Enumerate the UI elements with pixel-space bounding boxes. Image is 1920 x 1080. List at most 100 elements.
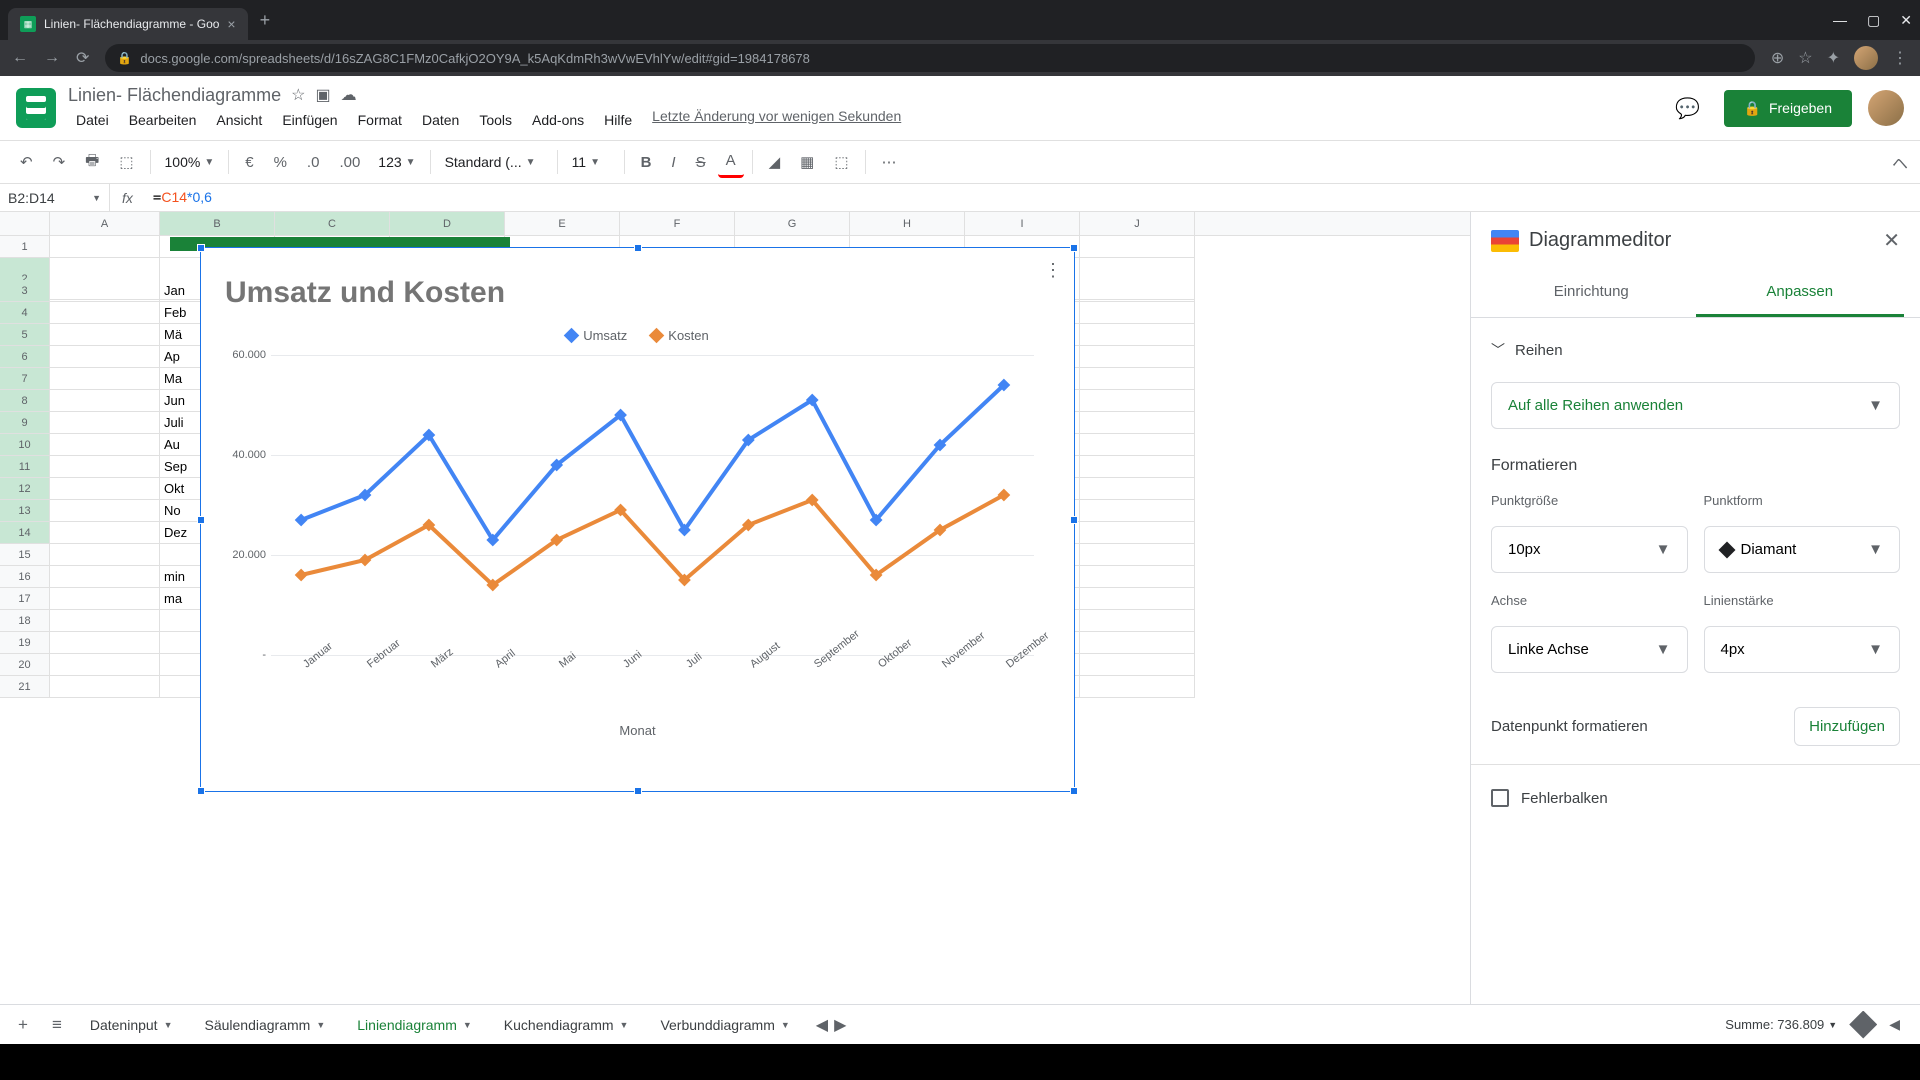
sheets-logo-icon[interactable] — [16, 88, 56, 128]
cell[interactable] — [50, 610, 160, 632]
cell[interactable] — [50, 368, 160, 390]
cell[interactable] — [50, 236, 160, 258]
menu-file[interactable]: Datei — [68, 108, 117, 132]
apply-all-select[interactable]: Auf alle Reihen anwenden▼ — [1491, 382, 1900, 429]
font-select[interactable]: Standard (...▼ — [439, 150, 549, 174]
resize-handle[interactable] — [197, 787, 205, 795]
cell[interactable] — [50, 500, 160, 522]
reload-icon[interactable]: ⟳ — [76, 48, 89, 68]
strike-button[interactable]: S — [688, 148, 714, 177]
print-button[interactable]: 🖶 — [77, 144, 107, 181]
axis-select[interactable]: Linke Achse▼ — [1491, 626, 1688, 673]
cell[interactable] — [1080, 390, 1195, 412]
add-datapoint-button[interactable]: Hinzufügen — [1794, 707, 1900, 746]
last-edit-link[interactable]: Letzte Änderung vor wenigen Sekunden — [652, 108, 901, 132]
close-sidebar-icon[interactable]: ✕ — [1883, 228, 1900, 253]
sheet-tab-active[interactable]: Liniendiagramm▼ — [343, 1009, 486, 1041]
row-header[interactable]: 4 — [0, 302, 50, 324]
close-tab-icon[interactable]: × — [227, 16, 235, 32]
cell[interactable] — [50, 346, 160, 368]
cell[interactable] — [1080, 280, 1195, 302]
new-tab-button[interactable]: + — [260, 10, 271, 31]
resize-handle[interactable] — [1070, 244, 1078, 252]
bookmark-icon[interactable]: ☆ — [1798, 48, 1812, 68]
line-width-select[interactable]: 4px▼ — [1704, 626, 1901, 673]
dec-increase-button[interactable]: .00 — [331, 148, 368, 177]
aggregate-select[interactable]: Summe: 736.809▼ — [1725, 1017, 1837, 1032]
currency-button[interactable]: € — [237, 148, 261, 177]
cloud-status-icon[interactable]: ☁ — [341, 85, 357, 105]
row-header[interactable]: 21 — [0, 676, 50, 698]
row-header[interactable]: 9 — [0, 412, 50, 434]
tab-nav-left-icon[interactable]: ◀ — [816, 1015, 828, 1035]
embedded-chart[interactable]: ⋮ Umsatz und Kosten Umsatz Kosten 60.000… — [200, 247, 1075, 792]
cell[interactable] — [50, 654, 160, 676]
col-header[interactable]: H — [850, 212, 965, 235]
url-input[interactable]: 🔒 docs.google.com/spreadsheets/d/16sZAG8… — [105, 44, 1754, 72]
fill-color-button[interactable]: ◢ — [761, 147, 789, 177]
row-header[interactable]: 11 — [0, 456, 50, 478]
formula-input[interactable]: =C14*0,6 — [145, 189, 1920, 206]
redo-button[interactable]: ↷ — [45, 147, 74, 177]
row-header[interactable]: 8 — [0, 390, 50, 412]
sheet-tab[interactable]: Dateninput▼ — [76, 1009, 187, 1041]
dec-decrease-button[interactable]: .0 — [299, 148, 328, 177]
cell[interactable] — [1080, 588, 1195, 610]
row-header[interactable]: 13 — [0, 500, 50, 522]
sheet-tab[interactable]: Säulendiagramm▼ — [191, 1009, 340, 1041]
collapse-toolbar-icon[interactable]: ヘ — [1892, 150, 1908, 174]
row-header[interactable]: 5 — [0, 324, 50, 346]
chart-title[interactable]: Umsatz und Kosten — [201, 248, 1074, 322]
point-shape-select[interactable]: Diamant▼ — [1704, 526, 1901, 573]
error-bars-checkbox[interactable] — [1491, 789, 1509, 807]
account-avatar[interactable] — [1868, 90, 1904, 126]
menu-format[interactable]: Format — [350, 108, 410, 132]
side-panel-toggle-icon[interactable]: ◀ — [1889, 1016, 1900, 1033]
menu-addons[interactable]: Add-ons — [524, 108, 592, 132]
more-button[interactable]: ⋯ — [874, 147, 905, 177]
cell[interactable] — [1080, 676, 1195, 698]
all-sheets-button[interactable]: ≡ — [42, 1009, 72, 1041]
cell[interactable] — [1080, 368, 1195, 390]
col-header[interactable]: A — [50, 212, 160, 235]
point-size-select[interactable]: 10px▼ — [1491, 526, 1688, 573]
cell[interactable] — [1080, 302, 1195, 324]
select-all-corner[interactable] — [0, 212, 50, 235]
cell[interactable] — [50, 324, 160, 346]
menu-tools[interactable]: Tools — [471, 108, 520, 132]
cell[interactable] — [1080, 478, 1195, 500]
cell[interactable] — [50, 280, 160, 302]
row-header[interactable]: 16 — [0, 566, 50, 588]
cell[interactable] — [1080, 324, 1195, 346]
row-header[interactable]: 1 — [0, 236, 50, 258]
cell[interactable] — [1080, 434, 1195, 456]
menu-help[interactable]: Hilfe — [596, 108, 640, 132]
cell[interactable] — [1080, 632, 1195, 654]
section-series[interactable]: ﹀ Reihen — [1491, 330, 1900, 370]
row-header[interactable]: 19 — [0, 632, 50, 654]
resize-handle[interactable] — [197, 244, 205, 252]
tab-customize[interactable]: Anpassen — [1696, 269, 1905, 317]
sheet-tab[interactable]: Verbunddiagramm▼ — [646, 1009, 803, 1041]
percent-button[interactable]: % — [266, 148, 295, 177]
cell[interactable] — [1080, 412, 1195, 434]
zoom-icon[interactable]: ⊕ — [1771, 48, 1784, 68]
undo-button[interactable]: ↶ — [12, 147, 41, 177]
merge-button[interactable]: ⬚ — [826, 147, 856, 177]
cell[interactable] — [1080, 544, 1195, 566]
cell[interactable] — [50, 478, 160, 500]
font-size-select[interactable]: 11▼ — [566, 150, 616, 174]
minimize-icon[interactable]: — — [1833, 12, 1847, 29]
row-header[interactable]: 10 — [0, 434, 50, 456]
italic-button[interactable]: I — [663, 148, 683, 177]
borders-button[interactable]: ▦ — [792, 147, 822, 177]
resize-handle[interactable] — [634, 244, 642, 252]
comments-button[interactable]: 💬 — [1668, 88, 1708, 128]
tab-nav-right-icon[interactable]: ▶ — [834, 1015, 846, 1035]
cell[interactable] — [1080, 456, 1195, 478]
row-header[interactable]: 7 — [0, 368, 50, 390]
zoom-select[interactable]: 100%▼ — [159, 150, 221, 174]
row-header[interactable]: 17 — [0, 588, 50, 610]
cell[interactable] — [50, 588, 160, 610]
explore-button[interactable] — [1849, 1011, 1877, 1039]
